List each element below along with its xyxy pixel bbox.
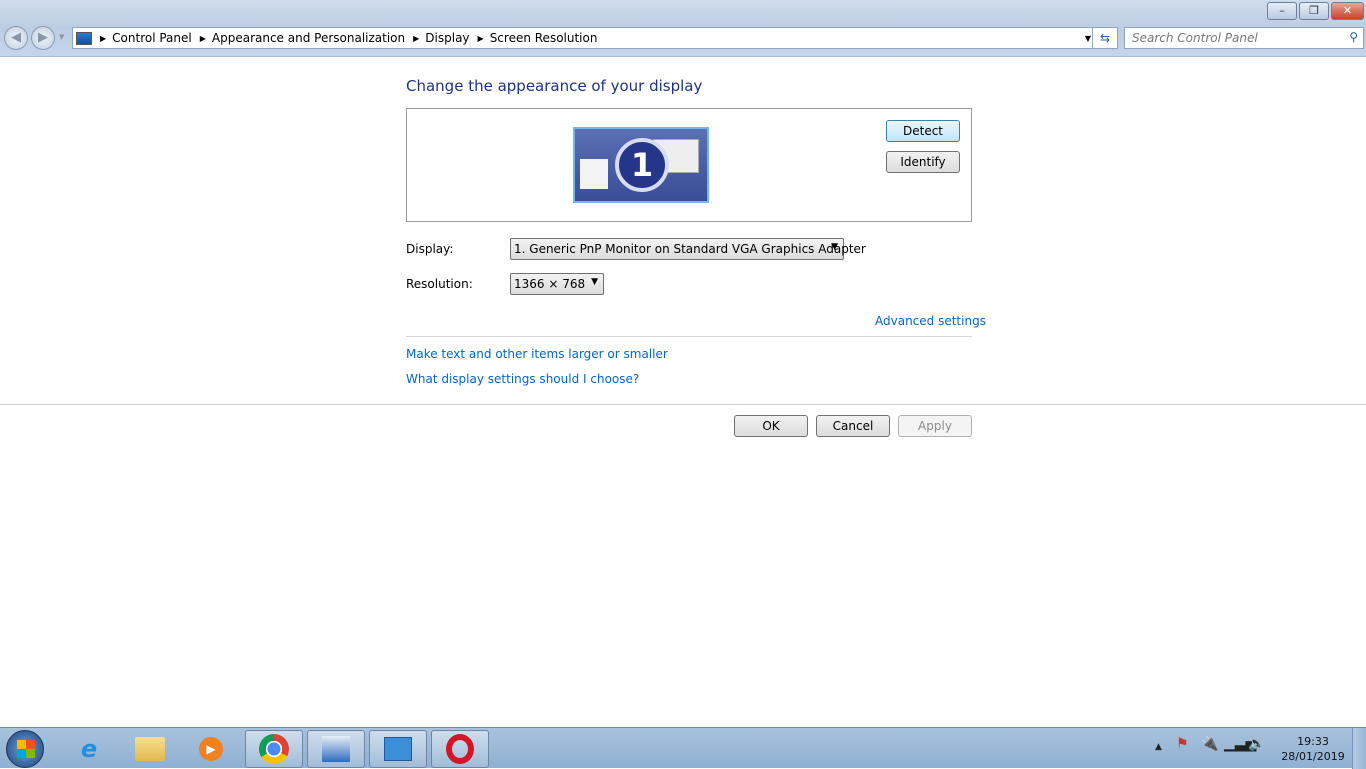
recent-pages-icon[interactable]: ▼ — [59, 33, 64, 41]
chevron-down-icon: ▼ — [591, 277, 598, 287]
display-help-link[interactable]: What display settings should I choose? — [406, 372, 639, 386]
display-select[interactable]: 1. Generic PnP Monitor on Standard VGA G… — [510, 238, 866, 260]
minimize-button[interactable]: – — [1267, 2, 1297, 20]
close-button[interactable]: ✕ — [1331, 2, 1364, 20]
clock-time: 19:33 — [1297, 735, 1329, 748]
breadcrumb-appearance[interactable]: Appearance and Personalization — [212, 31, 405, 45]
volume-icon[interactable]: 🔊 — [1248, 736, 1265, 752]
breadcrumb-display[interactable]: Display — [425, 31, 469, 45]
resolution-select[interactable]: 1366 × 768 ▼ — [510, 273, 604, 295]
breadcrumb-screen-resolution[interactable]: Screen Resolution — [490, 31, 598, 45]
detect-button[interactable]: Detect — [886, 120, 960, 142]
file-explorer-icon[interactable] — [121, 730, 179, 768]
divider — [406, 336, 972, 337]
clock[interactable]: 19:33 28/01/2019 — [1278, 734, 1348, 764]
search-input[interactable]: Search Control Panel ⚲ — [1124, 27, 1364, 49]
show-hidden-icons-button[interactable]: ▲ — [1155, 742, 1162, 752]
show-desktop-button[interactable] — [1352, 728, 1366, 769]
identify-button[interactable]: Identify — [886, 151, 960, 173]
media-player-icon[interactable]: ▶ — [182, 730, 240, 768]
divider — [0, 404, 1366, 405]
back-button[interactable]: ◀ — [4, 26, 28, 50]
title-bar: – ❐ ✕ ◀ ▶ ▼ ▶ Control Panel ▶ Appearance a… — [0, 0, 1366, 57]
forward-button[interactable]: ▶ — [31, 26, 55, 50]
refresh-icon[interactable]: ⇆ — [1092, 27, 1118, 49]
apply-button: Apply — [898, 415, 972, 437]
power-icon[interactable]: 🔌 — [1201, 736, 1218, 752]
address-dropdown-icon[interactable]: ▼ — [1085, 34, 1091, 43]
internet-explorer-icon[interactable]: e — [60, 730, 118, 768]
monitor-1[interactable]: 1 — [573, 127, 709, 203]
breadcrumb-control-panel[interactable]: Control Panel — [112, 31, 192, 45]
control-panel-taskbar-icon[interactable] — [369, 730, 427, 768]
windows-logo-icon — [17, 740, 35, 758]
address-bar[interactable]: ▶ Control Panel ▶ Appearance and Personali… — [72, 27, 1118, 49]
taskbar: e ▶ ▲ ⚑ 🔌 ▁▃▅ 🔊 19:33 28/01/2019 — [0, 727, 1366, 769]
advanced-settings-link[interactable]: Advanced settings — [875, 314, 986, 328]
task-app-icon[interactable] — [307, 730, 365, 768]
window-thumbnail — [580, 159, 608, 189]
display-preview: 1 Detect Identify — [406, 108, 972, 222]
page-title: Change the appearance of your display — [406, 77, 703, 95]
display-label: Display: — [406, 242, 454, 256]
start-button[interactable] — [6, 730, 44, 768]
resolution-label: Resolution: — [406, 277, 473, 291]
action-center-flag-icon[interactable]: ⚑ — [1176, 736, 1189, 752]
restore-button[interactable]: ❐ — [1299, 2, 1329, 20]
search-icon[interactable]: ⚲ — [1349, 30, 1358, 44]
chevron-down-icon: ▼ — [831, 242, 838, 252]
clock-date: 28/01/2019 — [1281, 750, 1345, 763]
control-panel-icon — [76, 31, 92, 45]
text-size-link[interactable]: Make text and other items larger or smal… — [406, 347, 668, 361]
chrome-icon[interactable] — [245, 730, 303, 768]
ok-button[interactable]: OK — [734, 415, 808, 437]
opera-icon[interactable] — [431, 730, 489, 768]
monitor-number: 1 — [615, 138, 669, 192]
cancel-button[interactable]: Cancel — [816, 415, 890, 437]
screen-resolution-panel: Change the appearance of your display 1 … — [0, 58, 1366, 726]
